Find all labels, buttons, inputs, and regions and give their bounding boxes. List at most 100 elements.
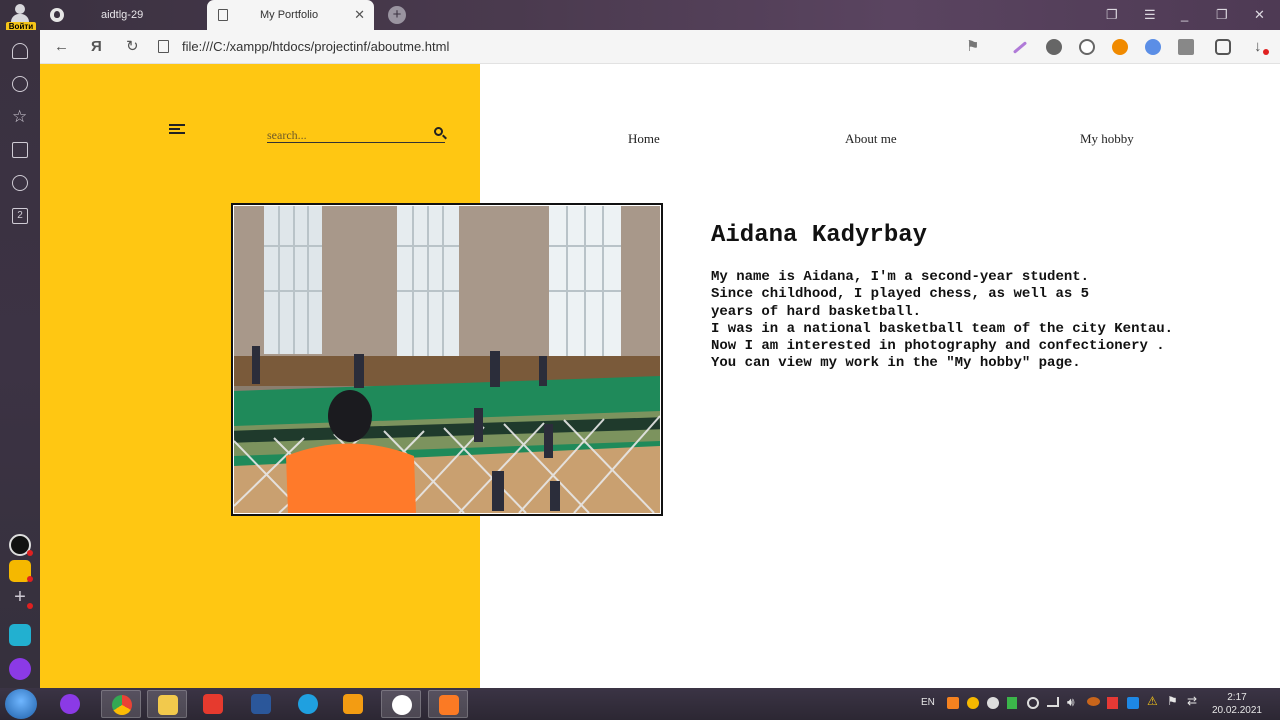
tray-sun-icon[interactable]: [967, 697, 979, 709]
media-player-icon: [343, 694, 363, 714]
taskbar-chrome[interactable]: [101, 690, 141, 718]
profile-button[interactable]: Войти: [6, 2, 36, 32]
bio-name: Aidana Kadyrbay: [711, 222, 928, 249]
history-icon[interactable]: [12, 76, 28, 92]
vk-extension-icon[interactable]: [1145, 39, 1161, 55]
file-icon: [158, 40, 169, 53]
folder-icon: [158, 695, 178, 715]
film-extension-icon[interactable]: [1079, 39, 1095, 55]
tray-shield-icon[interactable]: [1107, 697, 1118, 709]
collections-icon[interactable]: [12, 142, 28, 158]
search-box: [267, 126, 445, 143]
tab-title: aidtlg-29: [101, 9, 144, 21]
word-icon: [251, 694, 271, 714]
nav-my-hobby[interactable]: My hobby: [1080, 131, 1134, 147]
flag-icon[interactable]: ⚑: [1167, 694, 1178, 708]
tray-app-icon[interactable]: [1087, 697, 1100, 706]
bookmark-icon[interactable]: ⚑: [966, 38, 979, 56]
downloads-badge: [1263, 49, 1269, 55]
page-icon: [218, 9, 228, 21]
menu-icon[interactable]: ☰: [1144, 6, 1156, 24]
tray-update-icon[interactable]: [1127, 697, 1139, 709]
bio-line: years of hard basketball.: [711, 303, 922, 320]
minimize-icon[interactable]: _: [1181, 6, 1188, 24]
address-bar: ← Я ↻ file:///C:/xampp/htdocs/projectinf…: [40, 30, 1280, 64]
taskbar-word[interactable]: [241, 690, 281, 718]
close-window-icon[interactable]: ✕: [1254, 6, 1265, 24]
volume-icon[interactable]: 🔊︎: [1067, 695, 1075, 710]
web-page: Home About me My hobby: [40, 64, 1280, 688]
browser-sidebar: ☆ 2 +: [0, 30, 40, 688]
taskbar-yandex-active[interactable]: [381, 690, 421, 718]
maximize-icon[interactable]: ❐: [1216, 6, 1228, 24]
taskbar-yandex[interactable]: [193, 690, 233, 718]
yandex-y-icon: [392, 695, 412, 715]
alice-app-icon[interactable]: [9, 658, 31, 680]
tab-bar: Войти aidtlg-29 My Portfolio ✕ + ❐ ☰ _ ❐…: [0, 0, 1280, 32]
bio-text: My name is Aidana, I'm a second-year stu…: [711, 269, 1173, 373]
bio-line: Since childhood, I played chess, as well…: [711, 286, 1090, 303]
tab-github[interactable]: aidtlg-29: [44, 0, 204, 30]
search-icon[interactable]: [434, 127, 443, 136]
tabs-count-icon[interactable]: 2: [12, 208, 28, 224]
xampp-icon: [439, 695, 459, 715]
bio-line: You can view my work in the "My hobby" p…: [711, 355, 1081, 372]
taskbar: EN 🔊︎ ⚠ ⚑ ⇄ 2:17 20.02.2021: [0, 688, 1280, 720]
tab-my-portfolio[interactable]: My Portfolio ✕: [207, 0, 374, 30]
nav-about-me[interactable]: About me: [845, 131, 897, 147]
warning-icon[interactable]: ⚠: [1147, 694, 1158, 708]
bio-line: My name is Aidana, I'm a second-year stu…: [711, 269, 1090, 285]
notification-dot: [27, 603, 33, 609]
yandex-browser-icon: [203, 694, 223, 714]
search-input[interactable]: [267, 128, 427, 143]
tabs-list-icon[interactable]: ❐: [1106, 6, 1118, 24]
taskbar-alice[interactable]: [50, 690, 90, 718]
chat-extension-icon[interactable]: [1215, 39, 1231, 55]
star-icon[interactable]: ☆: [12, 108, 28, 125]
bulb-extension-icon[interactable]: [1046, 39, 1062, 55]
avatar-shoulders: [11, 14, 29, 22]
downloads-icon[interactable]: ↓: [1254, 38, 1262, 56]
new-tab-button[interactable]: +: [388, 6, 406, 24]
yandex-icon[interactable]: Я: [91, 38, 102, 56]
clock[interactable]: 2:17 20.02.2021: [1212, 691, 1262, 717]
close-tab-icon[interactable]: ✕: [354, 8, 365, 22]
reload-icon[interactable]: ↻: [126, 38, 139, 56]
messenger-app-icon[interactable]: [9, 624, 31, 646]
language-indicator[interactable]: EN: [921, 697, 935, 708]
tray-download-icon[interactable]: [1007, 697, 1017, 709]
network-icon[interactable]: [1047, 697, 1059, 707]
ok-extension-icon[interactable]: [1112, 39, 1128, 55]
clock-date: 20.02.2021: [1211, 705, 1262, 716]
avatar: [15, 4, 25, 14]
tab-title: My Portfolio: [260, 9, 319, 21]
taskbar-xampp[interactable]: [428, 690, 468, 718]
url-field[interactable]: file:///C:/xampp/htdocs/projectinf/about…: [182, 39, 449, 54]
back-icon[interactable]: ←: [54, 38, 69, 56]
notification-dot: [27, 550, 33, 556]
nav-home[interactable]: Home: [628, 131, 660, 147]
tray-yandex-icon[interactable]: [987, 697, 999, 709]
start-button[interactable]: [5, 689, 37, 719]
sync-icon[interactable]: ⇄: [1187, 694, 1197, 708]
alice-icon: [60, 694, 80, 714]
tray-record-icon[interactable]: [1027, 697, 1039, 709]
taskbar-media[interactable]: [333, 690, 373, 718]
github-icon: [50, 8, 64, 22]
screen-extension-icon[interactable]: [1178, 39, 1194, 55]
hamburger-menu-icon[interactable]: [169, 124, 185, 137]
gym-photo-illustration: [234, 206, 660, 513]
tray-xampp-icon[interactable]: [947, 697, 959, 709]
taskbar-ie[interactable]: [288, 690, 328, 718]
video-icon[interactable]: [12, 175, 28, 191]
bio-line: I was in a national basketball team of t…: [711, 320, 1174, 337]
profile-photo: [231, 203, 663, 516]
chrome-icon: [112, 695, 132, 715]
taskbar-explorer[interactable]: [147, 690, 187, 718]
bio-line: Now I am interested in photography and c…: [711, 338, 1165, 355]
pen-extension-icon[interactable]: [1012, 41, 1028, 54]
notification-dot: [27, 576, 33, 582]
bell-icon[interactable]: [12, 43, 28, 59]
internet-explorer-icon: [298, 694, 318, 714]
clock-time: 2:17: [1227, 692, 1247, 703]
